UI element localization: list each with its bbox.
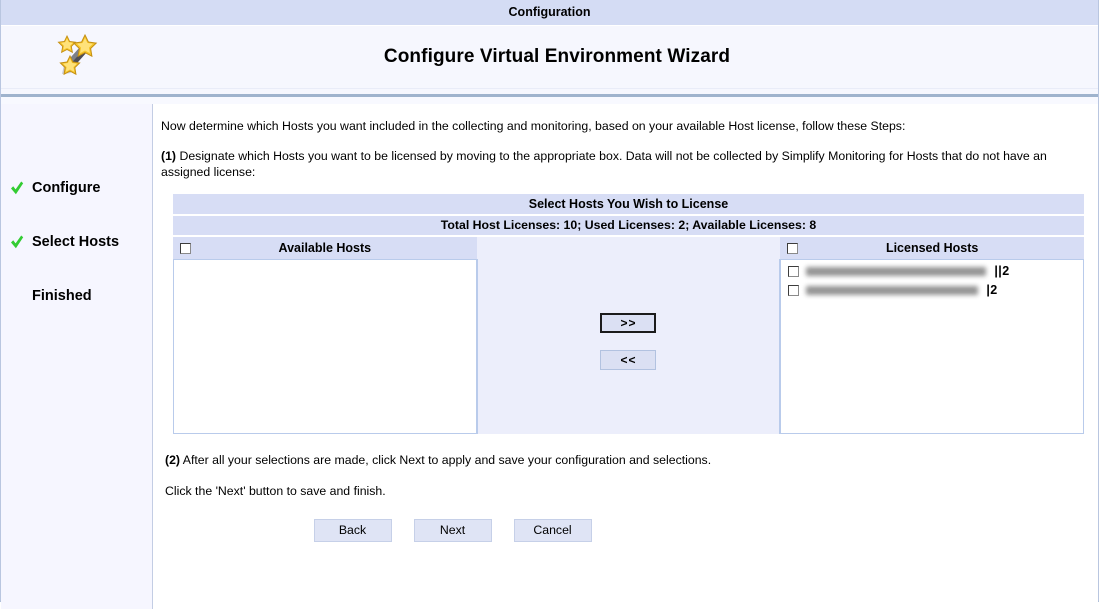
license-panel-title: Select Hosts You Wish to License <box>173 194 1084 216</box>
sidebar-step-label: Configure <box>32 180 101 196</box>
host-checkbox[interactable] <box>788 265 800 277</box>
green-check-icon <box>11 181 24 195</box>
back-button[interactable]: Back <box>313 519 392 542</box>
licensed-hosts-header-label: Licensed Hosts <box>885 241 979 255</box>
host-checkbox[interactable] <box>788 284 800 296</box>
available-hosts-header-label: Available Hosts <box>278 241 372 255</box>
license-table-header-row: Available Hosts Licensed Hosts <box>173 236 1084 259</box>
license-table-body-row: >> << ||2 |2 <box>173 259 1084 434</box>
license-selection-table: Select Hosts You Wish to License Total H… <box>173 194 1084 434</box>
magic-wand-icon <box>56 33 97 76</box>
available-hosts-listbox[interactable] <box>173 259 477 434</box>
post-table-instructions: (2) After all your selections are made, … <box>165 453 1084 498</box>
sidebar-step-select-hosts[interactable]: Select Hosts <box>1 230 152 254</box>
closing-instruction: Click the 'Next' button to save and fini… <box>165 484 386 498</box>
transfer-buttons-panel: >> << <box>476 259 781 434</box>
page-title: Configure Virtual Environment Wizard <box>383 46 731 67</box>
header-divider-spacer <box>1 97 1098 104</box>
license-table-title-row: Select Hosts You Wish to License <box>173 194 1084 216</box>
window-titlebar: Configuration <box>1 0 1098 26</box>
sidebar-step-label: Select Hosts <box>32 234 120 250</box>
available-hosts-cell <box>173 259 477 434</box>
wizard-window: Configuration Configure Virtual Environm… <box>0 0 1099 609</box>
step2-instruction: (2) After all your selections are made, … <box>165 453 1084 467</box>
sidebar-step-configure[interactable]: Configure <box>1 176 152 200</box>
move-right-button[interactable]: >> <box>600 313 657 333</box>
step1-text: Designate which Hosts you want to be lic… <box>161 149 1047 179</box>
transfer-buttons-cell: >> << <box>476 259 781 434</box>
list-item[interactable]: |2 <box>781 282 1083 298</box>
magic-wand-icon-wrap <box>1 29 156 85</box>
step1-marker: (1) <box>161 149 177 163</box>
host-name-redacted <box>806 285 979 295</box>
next-button[interactable]: Next <box>413 519 492 542</box>
license-summary: Total Host Licenses: 10; Used Licenses: … <box>173 215 1084 237</box>
licensed-hosts-header-cell: Licensed Hosts <box>780 236 1084 259</box>
licensed-hosts-listbox[interactable]: ||2 |2 <box>780 259 1084 434</box>
licensed-hosts-cell: ||2 |2 <box>780 259 1084 434</box>
move-left-button[interactable]: << <box>600 350 657 370</box>
sidebar-step-finished[interactable]: Finished <box>1 284 152 308</box>
wizard-steps-sidebar: Configure Select Hosts Finished <box>1 104 153 609</box>
available-hosts-select-all-checkbox[interactable] <box>180 241 191 255</box>
green-check-icon <box>11 235 24 249</box>
host-name-redacted <box>806 266 987 276</box>
sidebar-step-label: Finished <box>32 288 92 304</box>
license-table-summary-row: Total Host Licenses: 10; Used Licenses: … <box>173 215 1084 237</box>
cancel-button[interactable]: Cancel <box>513 519 592 542</box>
wizard-content: Now determine which Hosts you want inclu… <box>153 104 1098 609</box>
host-suffix: |2 <box>986 283 998 297</box>
step2-text: After all your selections are made, clic… <box>180 453 712 467</box>
wizard-footer-buttons: Back Next Cancel <box>161 519 1084 542</box>
step2-marker: (2) <box>165 453 181 467</box>
host-suffix: ||2 <box>994 264 1010 278</box>
list-item[interactable]: ||2 <box>781 263 1083 279</box>
wizard-banner: Configure Virtual Environment Wizard <box>1 26 1098 89</box>
licensed-hosts-select-all-checkbox[interactable] <box>787 241 799 255</box>
available-hosts-header-cell: Available Hosts <box>173 236 477 259</box>
intro-text: Now determine which Hosts you want inclu… <box>161 119 906 133</box>
step1-instruction: (1) Designate which Hosts you want to be… <box>161 148 1084 180</box>
transfer-column-header <box>476 236 781 259</box>
